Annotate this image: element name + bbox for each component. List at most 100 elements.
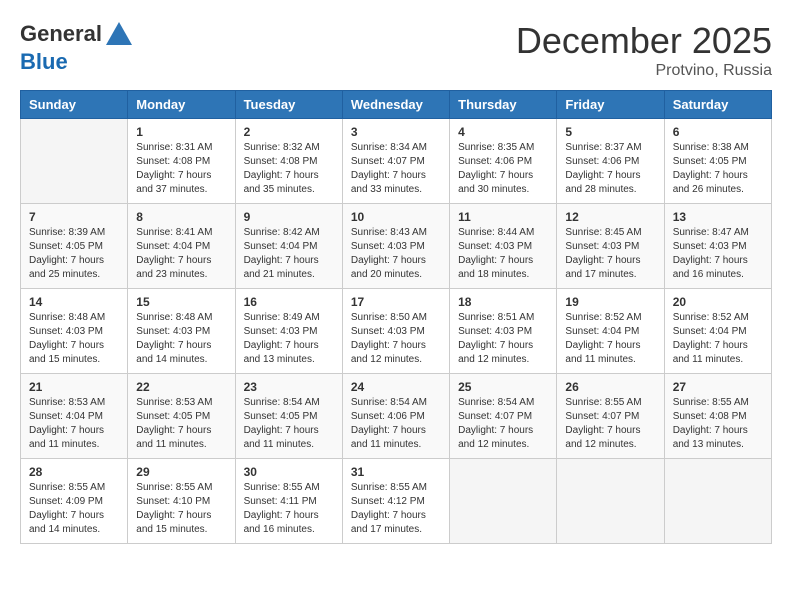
calendar-cell: 29 Sunrise: 8:55 AM Sunset: 4:10 PM Dayli… [128, 459, 235, 544]
calendar-cell [450, 459, 557, 544]
day-info: Sunrise: 8:42 AM Sunset: 4:04 PM Dayligh… [244, 226, 334, 282]
day-number: 4 [458, 125, 548, 139]
calendar-cell: 22Sunrise: 8:53 AM Sunset: 4:05 PM Dayli… [128, 374, 235, 459]
logo-icon [104, 20, 134, 50]
day-info: Sunrise: 8:48 AM Sunset: 4:03 PM Dayligh… [29, 311, 119, 367]
logo-general-text: General [20, 21, 102, 46]
day-info: Sunrise: 8:37 AM Sunset: 4:06 PM Dayligh… [565, 141, 655, 197]
day-info: Sunrise: 8:55 AM Sunset: 4:08 PM Dayligh… [673, 396, 763, 452]
calendar-cell: 25 Sunrise: 8:54 AM Sunset: 4:07 PM Dayli… [450, 374, 557, 459]
weekday-header-row: SundayMondayTuesdayWednesdayThursdayFrid… [21, 91, 772, 119]
day-number: 30 [244, 465, 334, 479]
calendar-cell: 1Sunrise: 8:31 AM Sunset: 4:08 PM Daylig… [128, 119, 235, 204]
calendar-cell: 10Sunrise: 8:43 AM Sunset: 4:03 PM Dayli… [342, 204, 449, 289]
day-info: Sunrise: 8:47 AM Sunset: 4:03 PM Dayligh… [673, 226, 763, 282]
calendar-cell: 3 Sunrise: 8:34 AM Sunset: 4:07 PM Daylig… [342, 119, 449, 204]
calendar-cell: 24Sunrise: 8:54 AM Sunset: 4:06 PM Dayli… [342, 374, 449, 459]
day-info: Sunrise: 8:44 AM Sunset: 4:03 PM Dayligh… [458, 226, 548, 282]
day-info: Sunrise: 8:54 AM Sunset: 4:05 PM Dayligh… [244, 396, 334, 452]
day-info: Sunrise: 8:52 AM Sunset: 4:04 PM Dayligh… [673, 311, 763, 367]
calendar-cell: 5 Sunrise: 8:37 AM Sunset: 4:06 PM Daylig… [557, 119, 664, 204]
calendar-cell: 13 Sunrise: 8:47 AM Sunset: 4:03 PM Dayli… [664, 204, 771, 289]
calendar-cell: 2 Sunrise: 8:32 AM Sunset: 4:08 PM Daylig… [235, 119, 342, 204]
calendar-cell: 28Sunrise: 8:55 AM Sunset: 4:09 PM Dayli… [21, 459, 128, 544]
location: Protvino, Russia [516, 62, 772, 80]
day-number: 7 [29, 210, 119, 224]
calendar-cell: 18Sunrise: 8:51 AM Sunset: 4:03 PM Dayli… [450, 289, 557, 374]
day-number: 29 [136, 465, 226, 479]
calendar-cell [557, 459, 664, 544]
day-info: Sunrise: 8:39 AM Sunset: 4:05 PM Dayligh… [29, 226, 119, 282]
day-info: Sunrise: 8:55 AM Sunset: 4:11 PM Dayligh… [244, 481, 334, 537]
calendar-cell: 31Sunrise: 8:55 AM Sunset: 4:12 PM Dayli… [342, 459, 449, 544]
day-info: Sunrise: 8:55 AM Sunset: 4:07 PM Dayligh… [565, 396, 655, 452]
calendar-cell: 17 Sunrise: 8:50 AM Sunset: 4:03 PM Dayli… [342, 289, 449, 374]
weekday-header: Monday [128, 91, 235, 119]
calendar-cell [664, 459, 771, 544]
day-info: Sunrise: 8:34 AM Sunset: 4:07 PM Dayligh… [351, 141, 441, 197]
day-info: Sunrise: 8:53 AM Sunset: 4:05 PM Dayligh… [136, 396, 226, 452]
day-info: Sunrise: 8:43 AM Sunset: 4:03 PM Dayligh… [351, 226, 441, 282]
calendar-table: SundayMondayTuesdayWednesdayThursdayFrid… [20, 90, 772, 544]
calendar-cell: 14 Sunrise: 8:48 AM Sunset: 4:03 PM Dayli… [21, 289, 128, 374]
calendar-week-row: 7 Sunrise: 8:39 AM Sunset: 4:05 PM Daylig… [21, 204, 772, 289]
day-info: Sunrise: 8:50 AM Sunset: 4:03 PM Dayligh… [351, 311, 441, 367]
day-number: 12 [565, 210, 655, 224]
day-number: 5 [565, 125, 655, 139]
day-info: Sunrise: 8:52 AM Sunset: 4:04 PM Dayligh… [565, 311, 655, 367]
day-info: Sunrise: 8:45 AM Sunset: 4:03 PM Dayligh… [565, 226, 655, 282]
day-info: Sunrise: 8:51 AM Sunset: 4:03 PM Dayligh… [458, 311, 548, 367]
day-number: 15 [136, 295, 226, 309]
day-number: 3 [351, 125, 441, 139]
day-info: Sunrise: 8:55 AM Sunset: 4:10 PM Dayligh… [136, 481, 226, 537]
day-number: 8 [136, 210, 226, 224]
title-block: December 2025 Protvino, Russia [516, 20, 772, 80]
day-info: Sunrise: 8:38 AM Sunset: 4:05 PM Dayligh… [673, 141, 763, 197]
weekday-header: Thursday [450, 91, 557, 119]
day-number: 17 [351, 295, 441, 309]
day-number: 19 [565, 295, 655, 309]
day-info: Sunrise: 8:32 AM Sunset: 4:08 PM Dayligh… [244, 141, 334, 197]
calendar-cell: 11Sunrise: 8:44 AM Sunset: 4:03 PM Dayli… [450, 204, 557, 289]
day-info: Sunrise: 8:55 AM Sunset: 4:09 PM Dayligh… [29, 481, 119, 537]
calendar-cell [21, 119, 128, 204]
day-number: 23 [244, 380, 334, 394]
month-title: December 2025 [516, 20, 772, 62]
day-number: 6 [673, 125, 763, 139]
day-number: 9 [244, 210, 334, 224]
calendar-cell: 4Sunrise: 8:35 AM Sunset: 4:06 PM Daylig… [450, 119, 557, 204]
weekday-header: Friday [557, 91, 664, 119]
day-number: 2 [244, 125, 334, 139]
calendar-cell: 9 Sunrise: 8:42 AM Sunset: 4:04 PM Daylig… [235, 204, 342, 289]
day-info: Sunrise: 8:53 AM Sunset: 4:04 PM Dayligh… [29, 396, 119, 452]
calendar-cell: 16Sunrise: 8:49 AM Sunset: 4:03 PM Dayli… [235, 289, 342, 374]
calendar-cell: 21 Sunrise: 8:53 AM Sunset: 4:04 PM Dayli… [21, 374, 128, 459]
day-number: 27 [673, 380, 763, 394]
calendar-week-row: 28Sunrise: 8:55 AM Sunset: 4:09 PM Dayli… [21, 459, 772, 544]
day-number: 26 [565, 380, 655, 394]
weekday-header: Wednesday [342, 91, 449, 119]
calendar-cell: 23 Sunrise: 8:54 AM Sunset: 4:05 PM Dayli… [235, 374, 342, 459]
calendar-week-row: 1Sunrise: 8:31 AM Sunset: 4:08 PM Daylig… [21, 119, 772, 204]
weekday-header: Sunday [21, 91, 128, 119]
day-number: 21 [29, 380, 119, 394]
calendar-cell: 26 Sunrise: 8:55 AM Sunset: 4:07 PM Dayli… [557, 374, 664, 459]
logo-blue-text: Blue [20, 49, 68, 74]
weekday-header: Tuesday [235, 91, 342, 119]
day-info: Sunrise: 8:48 AM Sunset: 4:03 PM Dayligh… [136, 311, 226, 367]
weekday-header: Saturday [664, 91, 771, 119]
day-number: 14 [29, 295, 119, 309]
calendar-cell: 15 Sunrise: 8:48 AM Sunset: 4:03 PM Dayli… [128, 289, 235, 374]
calendar-week-row: 14 Sunrise: 8:48 AM Sunset: 4:03 PM Dayli… [21, 289, 772, 374]
day-number: 13 [673, 210, 763, 224]
day-info: Sunrise: 8:54 AM Sunset: 4:06 PM Dayligh… [351, 396, 441, 452]
calendar-week-row: 21 Sunrise: 8:53 AM Sunset: 4:04 PM Dayli… [21, 374, 772, 459]
day-number: 25 [458, 380, 548, 394]
day-info: Sunrise: 8:49 AM Sunset: 4:03 PM Dayligh… [244, 311, 334, 367]
day-info: Sunrise: 8:54 AM Sunset: 4:07 PM Dayligh… [458, 396, 548, 452]
calendar-cell: 20Sunrise: 8:52 AM Sunset: 4:04 PM Dayli… [664, 289, 771, 374]
day-number: 31 [351, 465, 441, 479]
page-header: General Blue December 2025 Protvino, Rus… [20, 20, 772, 80]
calendar-cell: 30 Sunrise: 8:55 AM Sunset: 4:11 PM Dayli… [235, 459, 342, 544]
calendar-cell: 8Sunrise: 8:41 AM Sunset: 4:04 PM Daylig… [128, 204, 235, 289]
